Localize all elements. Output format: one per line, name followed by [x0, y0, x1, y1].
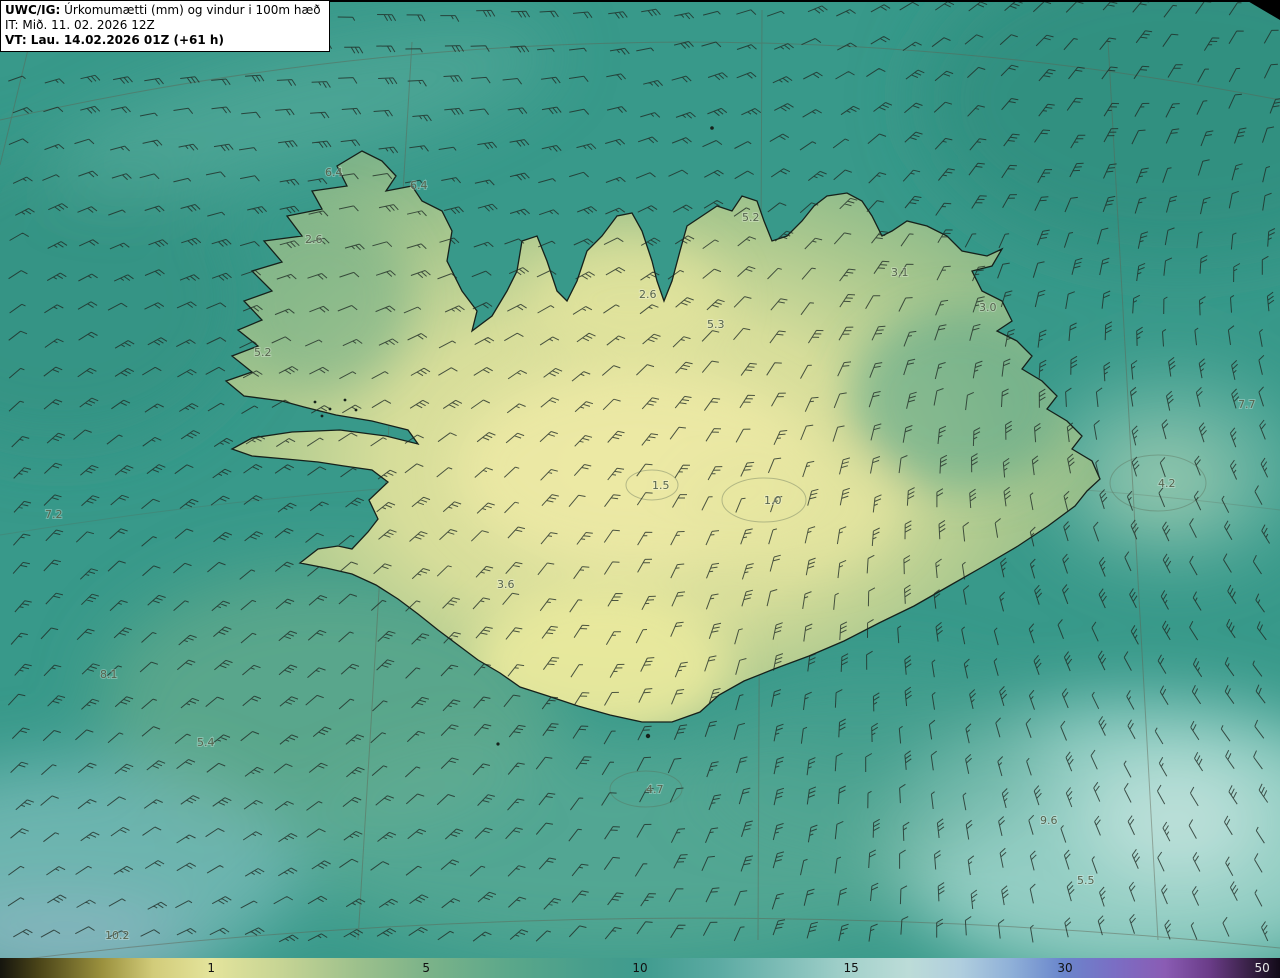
precip-value-label: 1.0 — [764, 494, 782, 507]
precip-value-label: 5.4 — [197, 736, 215, 749]
colorbar-tick: 50 — [1254, 961, 1270, 975]
precip-value-label: 1.5 — [652, 479, 670, 492]
precip-value-label: 5.5 — [1077, 874, 1095, 887]
precip-value-label: 4.2 — [1158, 477, 1176, 490]
precip-value-label: 8.1 — [100, 668, 118, 681]
colorbar-tick: 1 — [207, 961, 216, 975]
precip-value-label: 9.6 — [1040, 814, 1058, 827]
model-label: UWC/IG: — [5, 3, 61, 17]
header-title-line: UWC/IG: Úrkomumætti (mm) og vindur i 100… — [5, 3, 321, 18]
precip-value-label: 5.2 — [742, 211, 760, 224]
precip-value-label: 6.4 — [410, 179, 428, 192]
precip-value-label: 2.6 — [639, 288, 657, 301]
parameter-label: Úrkomumætti (mm) og vindur i 100m hæð — [60, 3, 321, 17]
precip-value-label: 7.2 — [45, 508, 63, 521]
precip-value-label: 3.0 — [979, 301, 997, 314]
colorbar-tick: 30 — [1057, 961, 1073, 975]
precip-value-label: 2.6 — [305, 233, 323, 246]
colorbar: 1 5 10 15 30 50 — [0, 958, 1280, 978]
init-time-line: IT: Mið. 11. 02. 2026 12Z — [5, 18, 155, 32]
precip-value-label: 3.6 — [497, 578, 515, 591]
precip-value-label: 4.7 — [646, 783, 664, 796]
precip-value-label: 5.3 — [707, 318, 725, 331]
weather-map-page: 6.4 6.4 5.2 2.6 3.1 2.6 3.0 5.3 5.2 7.7 4.2 1.5 1.0 7… — [0, 0, 1280, 978]
precip-value-label: 5.2 — [254, 346, 272, 359]
precip-value-label: 6.4 — [325, 166, 343, 179]
valid-time-line: VT: Lau. 14.02.2026 01Z (+61 h) — [5, 33, 224, 47]
weather-map-canvas: 6.4 6.4 5.2 2.6 3.1 2.6 3.0 5.3 5.2 7.7 4.2 1.5 1.0 7… — [0, 0, 1280, 958]
precip-value-label: 10.2 — [105, 929, 130, 942]
colorbar-tick: 15 — [843, 961, 859, 975]
precip-value-label: 3.1 — [891, 266, 909, 279]
precip-value-label: 7.7 — [1238, 398, 1256, 411]
colorbar-tick: 10 — [632, 961, 648, 975]
forecast-header: UWC/IG: Úrkomumætti (mm) og vindur i 100… — [0, 0, 330, 52]
colorbar-tick: 5 — [422, 961, 431, 975]
